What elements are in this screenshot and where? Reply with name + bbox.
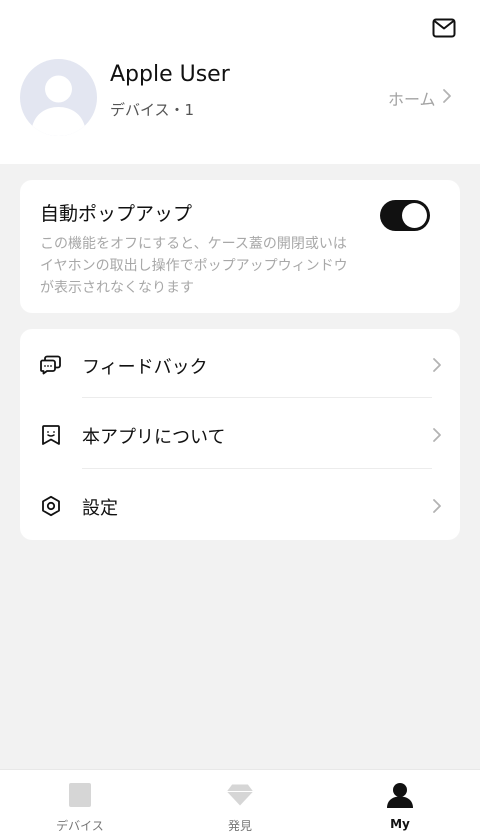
username: Apple User [110,62,230,87]
auto-popup-card: 自動ポップアップ この機能をオフにすると、ケース蓋の開閉或いはイヤホンの取出し操… [20,180,460,313]
tab-discover[interactable]: 発見 [160,770,320,834]
auto-popup-title: 自動ポップアップ [40,203,193,225]
device-icon [66,781,94,809]
avatar[interactable] [20,59,97,136]
profile-icon [386,781,414,809]
menu-item-settings[interactable]: 設定 [20,470,460,540]
mail-icon [432,18,456,42]
device-count: デバイス・1 [110,101,195,119]
chevron-right-icon [433,499,441,513]
menu-item-about[interactable]: 本アプリについて [20,399,460,469]
chevron-right-icon [433,428,441,442]
tab-label: 発見 [227,819,252,833]
home-link[interactable]: ホーム [388,88,452,109]
chevron-right-icon [442,88,452,108]
tab-my[interactable]: My [320,770,480,834]
profile-header: Apple User デバイス・1 ホーム [0,0,480,164]
default-avatar-icon [31,75,86,136]
divider [82,468,432,469]
menu-item-label: フィードバック [82,357,208,378]
tab-device[interactable]: デバイス [0,770,160,834]
menu-card: フィードバック 本アプリについて 設定 [20,329,460,540]
menu-item-label: 本アプリについて [82,427,226,448]
menu-item-feedback[interactable]: フィードバック [20,329,460,399]
auto-popup-toggle[interactable] [380,200,430,231]
divider [82,397,432,398]
about-icon [40,424,62,446]
menu-item-label: 設定 [82,498,118,519]
mail-button[interactable] [430,18,458,42]
settings-icon [40,495,62,517]
bottom-tab-bar: デバイス 発見 My [0,769,480,834]
toggle-knob [402,203,427,228]
feedback-icon [40,354,62,376]
tab-label: デバイス [56,819,104,833]
home-label: ホーム [388,90,436,109]
discover-icon [226,781,254,809]
tab-label: My [390,817,410,831]
auto-popup-description: この機能をオフにすると、ケース蓋の開閉或いはイヤホンの取出し操作でポップアップウ… [40,236,348,296]
chevron-right-icon [433,358,441,372]
